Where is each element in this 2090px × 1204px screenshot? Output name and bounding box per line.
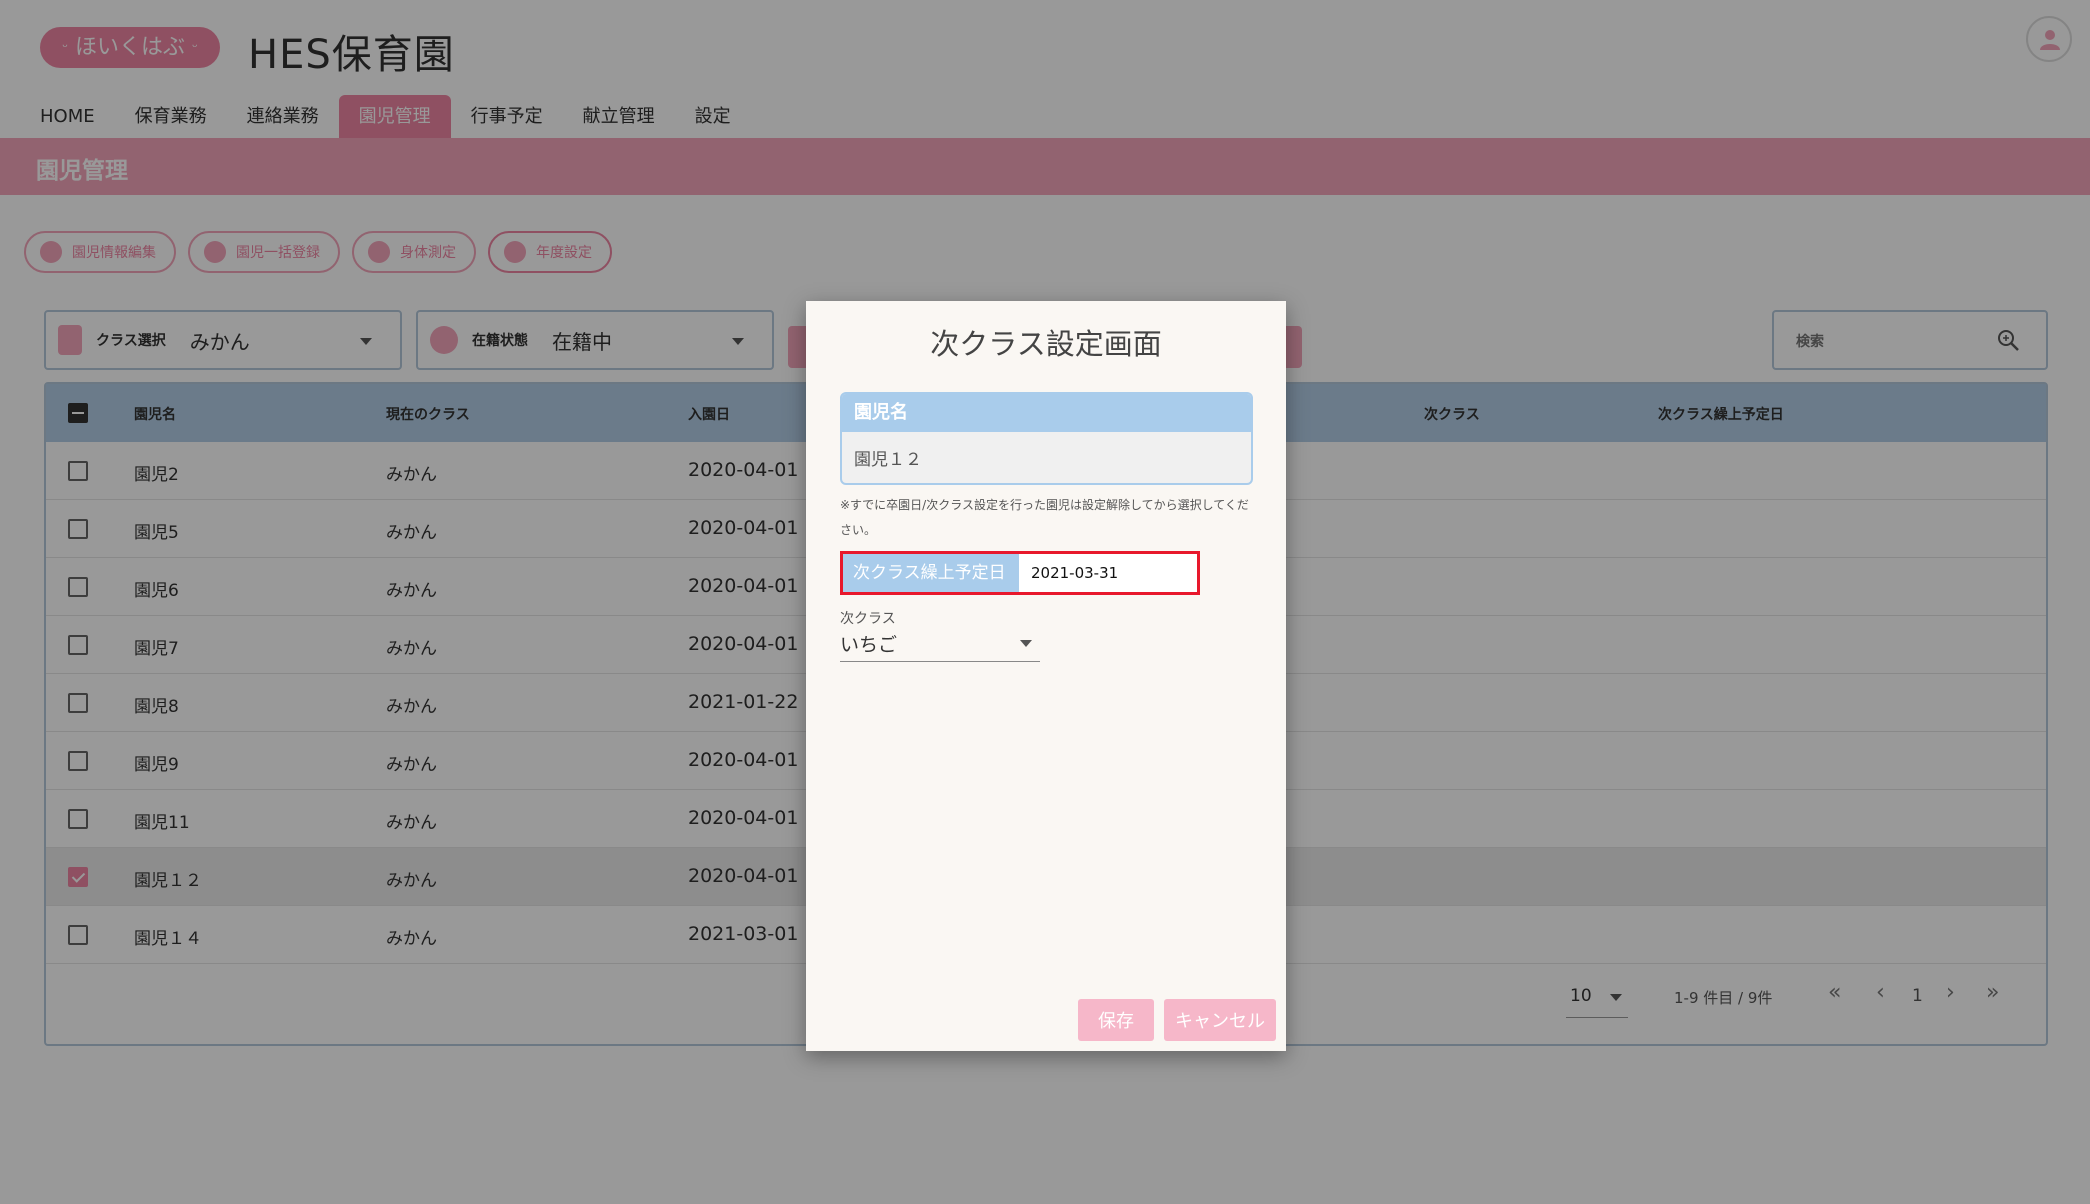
next-class-value: いちご	[840, 634, 898, 656]
dialog-title: 次クラス設定画面	[930, 327, 1162, 361]
promotion-date-field: 次クラス繰上予定日	[840, 551, 1200, 595]
save-button[interactable]: 保存	[1078, 999, 1154, 1041]
child-name-card: 園児名 園児１２	[840, 392, 1253, 485]
promotion-date-input[interactable]	[1019, 554, 1189, 592]
promotion-date-label: 次クラス繰上予定日	[843, 554, 1019, 592]
cancel-button[interactable]: キャンセル	[1164, 999, 1276, 1041]
next-class-dialog: 次クラス設定画面 園児名 園児１２ ※すでに卒園日/次クラス設定を行った園児は設…	[806, 301, 1286, 1051]
child-name-value: 園児１２	[854, 450, 922, 470]
child-name-label: 園児名	[842, 394, 1251, 432]
next-class-select[interactable]: いちご	[840, 628, 1040, 662]
dialog-note: ※すでに卒園日/次クラス設定を行った園児は設定解除してから選択してください。	[840, 498, 1249, 537]
next-class-label: 次クラス	[840, 611, 896, 627]
chevron-down-icon	[1020, 640, 1032, 647]
